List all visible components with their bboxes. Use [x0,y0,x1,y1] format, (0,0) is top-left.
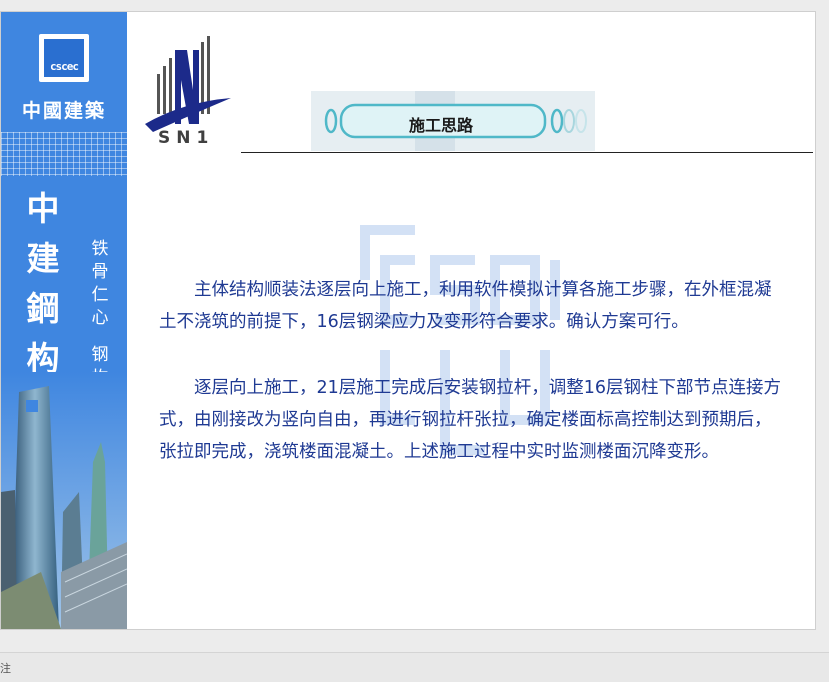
status-text: 注 [0,662,11,675]
slogan-char: 骨 [91,262,109,282]
vertical-title-char: 中 [26,189,60,228]
status-bar: 注 [0,652,829,682]
slogan-char: 仁 [91,285,109,305]
slide: cscec 中國建築 中 建 鋼 构 铁 骨 仁 心 钢 构 未 来 [0,11,816,630]
sidebar: cscec 中國建築 中 建 鋼 构 铁 骨 仁 心 钢 构 未 来 [1,12,127,629]
page-title: 施工思路 [408,116,473,135]
vertical-title: 中 建 鋼 构 [23,184,63,384]
vertical-title-char: 建 [26,239,60,278]
paragraph: 主体结构顺装法逐层向上施工，利用软件模拟计算各施工步骤，在外框混凝土不浇筑的前提… [159,280,772,332]
paragraph: 逐层向上施工，21层施工完成后安装钢拉杆，调整16层钢柱下部节点连接方式，由刚接… [159,378,782,462]
cscec-logo: cscec [39,34,89,82]
slogan-char: 铁 [91,239,109,259]
slogan-char: 心 [91,308,109,328]
title-divider [241,152,813,153]
content-body: 主体结构顺装法逐层向上施工，利用软件模拟计算各施工步骤，在外框混凝土不浇筑的前提… [159,274,787,468]
skyline-illustration [1,372,127,629]
vertical-title-char: 鋼 [26,289,60,328]
brand-name: 中國建築 [21,100,106,122]
grid-pattern [1,132,127,176]
slogan-char: 钢 [91,345,109,365]
sn1-logo-text: SN1 [158,128,215,148]
